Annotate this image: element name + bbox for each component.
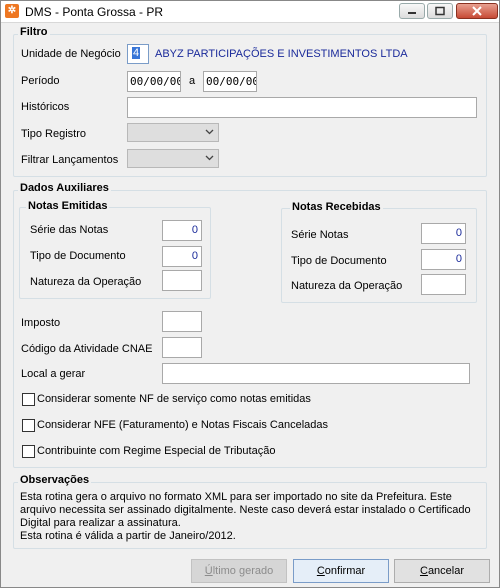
dados-title: Dados Auxiliares — [18, 182, 111, 194]
checkbox-regime[interactable] — [22, 445, 35, 458]
historicos-label: Históricos — [21, 101, 70, 113]
recebidas-serie-input[interactable]: 0 — [421, 223, 466, 244]
emitidas-title: Notas Emitidas — [26, 200, 110, 212]
ultimo-gerado-button[interactable]: Último gerado — [191, 559, 287, 583]
minimize-button[interactable] — [399, 3, 425, 19]
tipo-registro-label: Tipo Registro — [21, 128, 87, 140]
app-logo-icon: ✲ — [5, 4, 19, 18]
imposto-input[interactable] — [162, 311, 202, 332]
unidade-code-value: 4 — [132, 47, 141, 59]
recebidas-tipo-doc-label: Tipo de Documento — [291, 255, 387, 267]
close-icon — [472, 6, 482, 16]
checkbox-regime-label[interactable]: Contribuinte com Regime Especial de Trib… — [37, 445, 275, 457]
emitidas-natureza-label: Natureza da Operação — [30, 276, 142, 288]
unidade-label: Unidade de Negócio — [21, 48, 121, 60]
recebidas-tipo-doc-input[interactable]: 0 — [421, 249, 466, 270]
tipo-registro-select[interactable] — [127, 123, 219, 142]
checkbox-nfe-label[interactable]: Considerar NFE (Faturamento) e Notas Fis… — [37, 419, 328, 431]
recebidas-serie-label: Série Notas — [291, 229, 349, 241]
unidade-code-input[interactable]: 4 — [127, 44, 149, 64]
ultimo-gerado-label: ltimo gerado — [212, 565, 274, 577]
minimize-icon — [408, 12, 416, 14]
periodo-from-input[interactable]: 00/00/00 — [127, 71, 181, 92]
periodo-to-input[interactable]: 00/00/00 — [203, 71, 257, 92]
confirmar-label: onfirmar — [324, 565, 366, 577]
emitidas-serie-input[interactable]: 0 — [162, 220, 202, 241]
local-input[interactable] — [162, 363, 470, 384]
maximize-icon — [435, 6, 445, 16]
confirmar-mnemonic: C — [316, 565, 325, 577]
emitidas-tipo-doc-input[interactable]: 0 — [162, 246, 202, 267]
emitidas-natureza-input[interactable] — [162, 270, 202, 291]
filtro-title: Filtro — [18, 26, 50, 38]
chevron-down-icon — [205, 129, 214, 135]
maximize-button[interactable] — [427, 3, 453, 19]
filtrar-label: Filtrar Lançamentos — [21, 154, 119, 166]
periodo-separator: a — [189, 75, 196, 87]
cancelar-mnemonic: C — [419, 565, 428, 577]
recebidas-natureza-input[interactable] — [421, 274, 466, 295]
obs-line-1: Esta rotina gera o arquivo no formato XM… — [20, 491, 452, 503]
close-button[interactable] — [456, 3, 498, 19]
recebidas-title: Notas Recebidas — [290, 201, 383, 213]
recebidas-natureza-label: Natureza da Operação — [291, 280, 403, 292]
cancelar-button[interactable]: Cancelar — [394, 559, 490, 583]
checkbox-nfe[interactable] — [22, 419, 35, 432]
cnae-input[interactable] — [162, 337, 202, 358]
checkbox-servico[interactable] — [22, 393, 35, 406]
dms-window: ✲ DMS - Ponta Grossa - PR Filtro Unidade… — [0, 0, 500, 588]
obs-line-2: arquivo necessita ser assinado digitalme… — [20, 504, 471, 516]
emitidas-serie-label: Série das Notas — [30, 224, 109, 236]
observacoes-title: Observações — [18, 474, 92, 486]
obs-line-3: Digital para realizar a assinatura. — [20, 517, 181, 529]
cnae-label: Código da Atividade CNAE — [21, 343, 153, 355]
unidade-name: ABYZ PARTICIPAÇÕES E INVESTIMENTOS LTDA — [155, 48, 408, 60]
imposto-label: Imposto — [21, 317, 61, 329]
periodo-label: Período — [21, 75, 60, 87]
filtrar-select[interactable] — [127, 149, 219, 168]
ultimo-gerado-mnemonic: Ú — [204, 565, 213, 577]
local-label: Local a gerar — [21, 368, 86, 380]
confirmar-button[interactable]: Confirmar — [293, 559, 389, 583]
cancelar-label: ancelar — [427, 565, 465, 577]
window-title: DMS - Ponta Grossa - PR — [25, 5, 164, 19]
obs-line-4: Esta rotina é válida a partir de Janeiro… — [20, 530, 236, 542]
historicos-input[interactable] — [127, 97, 477, 118]
title-bar[interactable]: ✲ DMS - Ponta Grossa - PR — [1, 1, 499, 23]
chevron-down-icon — [205, 155, 214, 161]
checkbox-servico-label[interactable]: Considerar somente NF de serviço como no… — [37, 393, 311, 405]
emitidas-tipo-doc-label: Tipo de Documento — [30, 250, 126, 262]
